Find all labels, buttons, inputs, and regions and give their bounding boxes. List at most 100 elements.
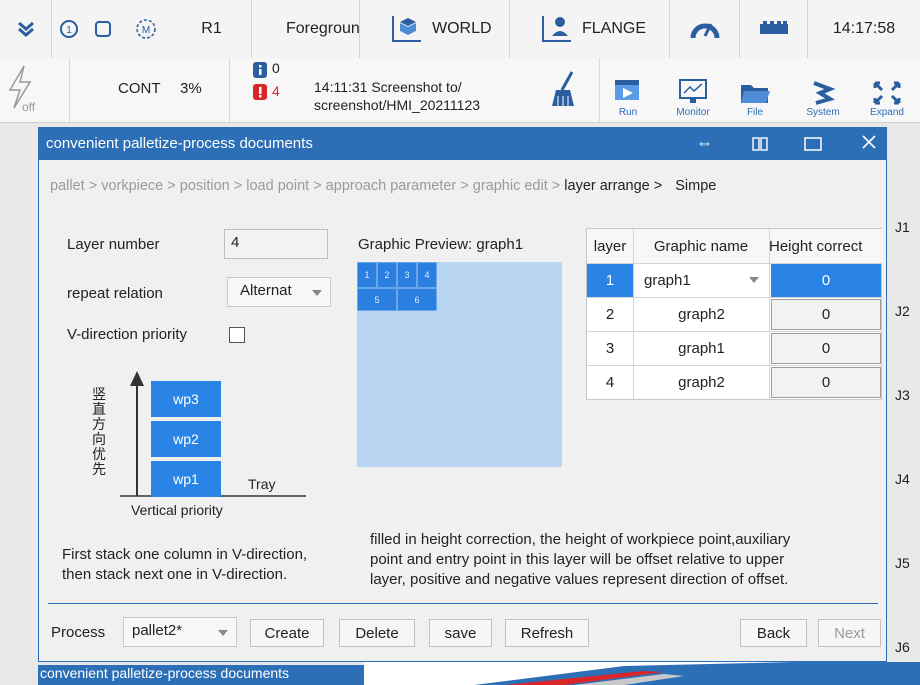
power-label: off (22, 100, 36, 114)
joint-label-j2: J2 (895, 303, 910, 319)
stop-square-icon[interactable] (86, 0, 120, 58)
system-icon (813, 81, 836, 105)
clock-text: 14:17:58 (832, 20, 896, 37)
breadcrumb[interactable]: pallet > vorkpiece > position > load poi… (50, 178, 880, 194)
row-layer-cell[interactable]: 3 (587, 332, 633, 365)
tool-selector[interactable]: FLANGE (510, 0, 670, 58)
collapse-menu-icon[interactable] (0, 0, 52, 58)
taskbar-item[interactable]: convenient palletize-process documents (38, 665, 364, 685)
vertical-char: 方 (92, 416, 106, 432)
next-button[interactable]: Next (818, 619, 881, 647)
taskbar-decoration (364, 662, 920, 685)
system-tool[interactable]: System (792, 64, 854, 118)
vertical-char: 向 (92, 431, 106, 447)
run-label: Run (618, 107, 638, 118)
row-layer-cell[interactable]: 4 (587, 366, 633, 399)
illustration-caption: Vertical priority (131, 502, 223, 518)
message-line-1: 14:11:31 Screenshot to/ (314, 79, 462, 95)
flange-tool-icon (542, 16, 571, 42)
graphic-name-cell[interactable]: graph1 (634, 332, 769, 365)
breadcrumb-next-step[interactable]: Simpe (675, 178, 716, 194)
breadcrumb-previous-steps[interactable]: pallet > vorkpiece > position > load poi… (50, 178, 564, 194)
run-tool[interactable]: Run (600, 64, 656, 118)
workpiece-box-1: wp1 (151, 461, 221, 497)
process-select[interactable]: pallet2* (123, 617, 237, 647)
vertical-char: 先 (92, 461, 106, 477)
workpiece-box-3: wp3 (151, 381, 221, 417)
row-layer-cell[interactable]: 2 (587, 298, 633, 331)
left-description: First stack one column in V-direction, t… (62, 545, 362, 585)
repeat-relation-label: repeat relation (67, 285, 163, 302)
create-button[interactable]: Create (250, 619, 324, 647)
split-view-icon[interactable] (752, 136, 768, 156)
save-button[interactable]: save (429, 619, 492, 647)
height-correct-input[interactable]: 0 (771, 264, 881, 297)
delete-button[interactable]: Delete (339, 619, 415, 647)
preview-cell: 4 (417, 262, 437, 288)
graphic-name-select[interactable]: graph1 (634, 264, 769, 297)
io-status-icon[interactable] (740, 0, 808, 58)
robot-selector[interactable]: R1 (172, 0, 252, 58)
file-tool[interactable]: File (727, 64, 783, 118)
preview-cell: 5 (357, 288, 397, 311)
error-count: 4 (272, 83, 280, 99)
dialog-title-bar[interactable]: convenient palletize-process documents ⇔ (38, 127, 887, 160)
right-desc-line: point and entry point in this layer will… (370, 551, 785, 568)
close-icon[interactable] (861, 134, 877, 155)
height-correct-input[interactable]: 0 (771, 299, 881, 330)
process-value: pallet2* (132, 622, 183, 639)
chevron-down-icon (749, 277, 759, 283)
workpiece-box-2: wp2 (151, 421, 221, 457)
swap-arrows-icon[interactable]: ⇔ (696, 133, 713, 153)
joint-label-j3: J3 (895, 387, 910, 403)
left-desc-line: then stack next one in V-direction. (62, 566, 288, 583)
graphic-preview[interactable]: 1 2 3 4 5 6 (357, 262, 562, 467)
preview-cell: 1 (357, 262, 377, 288)
breadcrumb-current-step[interactable]: layer arrange > (564, 178, 662, 194)
chevron-down-icon (218, 630, 228, 636)
monitor-label: Monitor (676, 107, 710, 118)
right-desc-line: layer, positive and negative values repr… (370, 571, 789, 588)
repeat-relation-select[interactable]: Alternat (227, 277, 331, 307)
speed-gauge-icon[interactable] (670, 0, 740, 58)
mode-label: Foreground (286, 20, 360, 37)
joint-label-j5: J5 (895, 555, 910, 571)
message-panel[interactable]: 0 4 14:11:31 Screenshot to/ screenshot/H… (230, 58, 600, 122)
back-button[interactable]: Back (740, 619, 807, 647)
run-mode-panel[interactable]: CONT 3% (70, 58, 230, 122)
row-layer-cell[interactable]: 1 (587, 264, 633, 297)
layer-table: layer Graphic name Height correct 1 grap… (586, 228, 883, 400)
v-priority-label: V-direction priority (67, 326, 188, 343)
expand-tool[interactable]: Expand (858, 64, 916, 118)
mode-selector[interactable]: Foreground (252, 0, 360, 58)
tool-label: FLANGE (582, 20, 647, 37)
clock: 14:17:58 (808, 0, 920, 58)
monitor-tool[interactable]: Monitor (662, 64, 724, 118)
height-correct-input[interactable]: 0 (771, 333, 881, 364)
robot-label: R1 (201, 20, 222, 37)
coord-selector[interactable]: WORLD (360, 0, 510, 58)
power-switch[interactable]: off (0, 58, 70, 122)
height-correct-input[interactable]: 0 (771, 367, 881, 398)
preview-cell: 3 (397, 262, 417, 288)
vertical-text-column: 竖 直 方 向 优 先 (89, 387, 109, 477)
broom-clear-icon[interactable] (550, 70, 580, 110)
expand-label: Expand (870, 107, 904, 118)
repeat-relation-value: Alternat (240, 282, 292, 299)
step-one-icon[interactable]: 1 (52, 0, 86, 58)
layer-number-input[interactable]: 4 (224, 229, 328, 259)
column-header-layer: layer (587, 229, 633, 263)
v-priority-checkbox[interactable] (229, 327, 245, 343)
maximize-icon[interactable] (804, 136, 822, 156)
message-line-2: screenshot/HMI_20211123 (314, 97, 481, 113)
graphic-name-cell[interactable]: graph2 (634, 298, 769, 331)
error-icon (253, 84, 267, 100)
speed-label: 3% (180, 80, 202, 97)
refresh-button[interactable]: Refresh (505, 619, 589, 647)
graphic-name-cell[interactable]: graph2 (634, 366, 769, 399)
expand-icon (873, 81, 901, 105)
vertical-char: 优 (92, 446, 106, 462)
process-label: Process (51, 624, 106, 641)
preview-cell: 2 (377, 262, 397, 288)
manual-mode-icon[interactable]: M (120, 0, 172, 58)
